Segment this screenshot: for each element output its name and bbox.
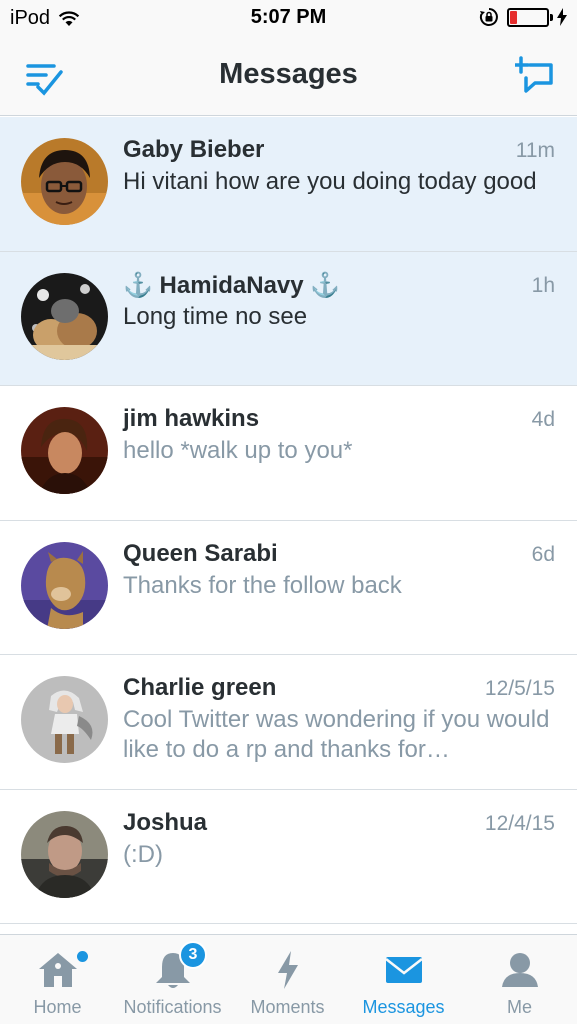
conversation-time: 4d [531, 408, 555, 431]
conversation-time: 11m [515, 139, 555, 162]
conversation-list: Gaby Bieber 11m Hi vitani how are you do… [0, 117, 577, 924]
new-content-dot [77, 951, 88, 962]
lightning-icon [277, 951, 298, 989]
battery-icon [507, 7, 553, 27]
tab-bar: Home 3 Notifications Moments Messages Me [0, 934, 577, 1024]
conversation-name: Gaby Bieber [123, 136, 265, 163]
conversation-preview: hello *walk up to you* [123, 437, 353, 464]
battery-level [510, 10, 518, 24]
tab-label: Home [33, 997, 82, 1017]
conversation-name: Joshua [123, 808, 208, 836]
conversation-row[interactable]: Charlie green 12/5/15 Cool Twitter was w… [0, 655, 577, 790]
conversation-name: ⚓ HamidaNavy ⚓ [123, 271, 341, 299]
tab-label: Messages [362, 997, 445, 1017]
conversation-preview: (:D) [123, 840, 163, 868]
conversation-preview: Long time no see [123, 302, 308, 330]
tab-messages[interactable]: Messages [345, 935, 462, 1024]
compose-message-icon[interactable] [512, 56, 557, 98]
home-icon [38, 953, 77, 987]
page-title: Messages [219, 58, 358, 90]
tab-moments[interactable]: Moments [230, 935, 345, 1024]
nav-bar: Messages [0, 36, 577, 116]
conversation-row[interactable]: Gaby Bieber 11m Hi vitani how are you do… [0, 117, 577, 252]
avatar [21, 407, 108, 494]
avatar [21, 810, 108, 898]
conversation-time: 6d [531, 542, 555, 566]
tab-label: Me [506, 997, 532, 1017]
tab-label: Moments [250, 997, 325, 1017]
conversation-preview: Hi vitani how are you doing today good [123, 168, 537, 195]
conversation-time: 12/5/15 [484, 677, 555, 700]
conversation-time: 1h [531, 273, 555, 297]
envelope-icon [384, 957, 423, 983]
avatar [21, 541, 108, 629]
avatar [21, 138, 108, 225]
person-icon [501, 953, 538, 987]
conversation-name: Charlie green [123, 674, 277, 701]
status-bar: iPod 5:07 PM [0, 0, 577, 36]
tab-home[interactable]: Home [0, 935, 115, 1024]
notification-badge: 3 [179, 941, 207, 969]
conversation-time: 12/4/15 [484, 811, 555, 835]
status-right [479, 7, 567, 27]
rotation-lock-icon [479, 8, 498, 26]
conversation-preview: Cool Twitter was wondering if you would … [123, 706, 550, 763]
conversation-name: Queen Sarabi [123, 539, 278, 567]
avatar [21, 272, 108, 360]
tab-label: Notifications [123, 997, 222, 1017]
conversation-row[interactable]: ⚓ HamidaNavy ⚓ 1h Long time no see [0, 251, 577, 386]
tab-me[interactable]: Me [462, 935, 577, 1024]
conversation-name: jim hawkins [123, 405, 260, 432]
conversation-row[interactable]: Queen Sarabi 6d Thanks for the follow ba… [0, 521, 577, 655]
conversation-preview: Thanks for the follow back [123, 571, 402, 599]
tab-notifications[interactable]: 3 Notifications [115, 935, 230, 1024]
conversation-row[interactable]: jim hawkins 4d hello *walk up to you* [0, 386, 577, 521]
avatar [21, 676, 108, 763]
conversation-row[interactable]: Joshua 12/4/15 (:D) [0, 790, 577, 924]
charging-bolt-icon [557, 8, 567, 26]
